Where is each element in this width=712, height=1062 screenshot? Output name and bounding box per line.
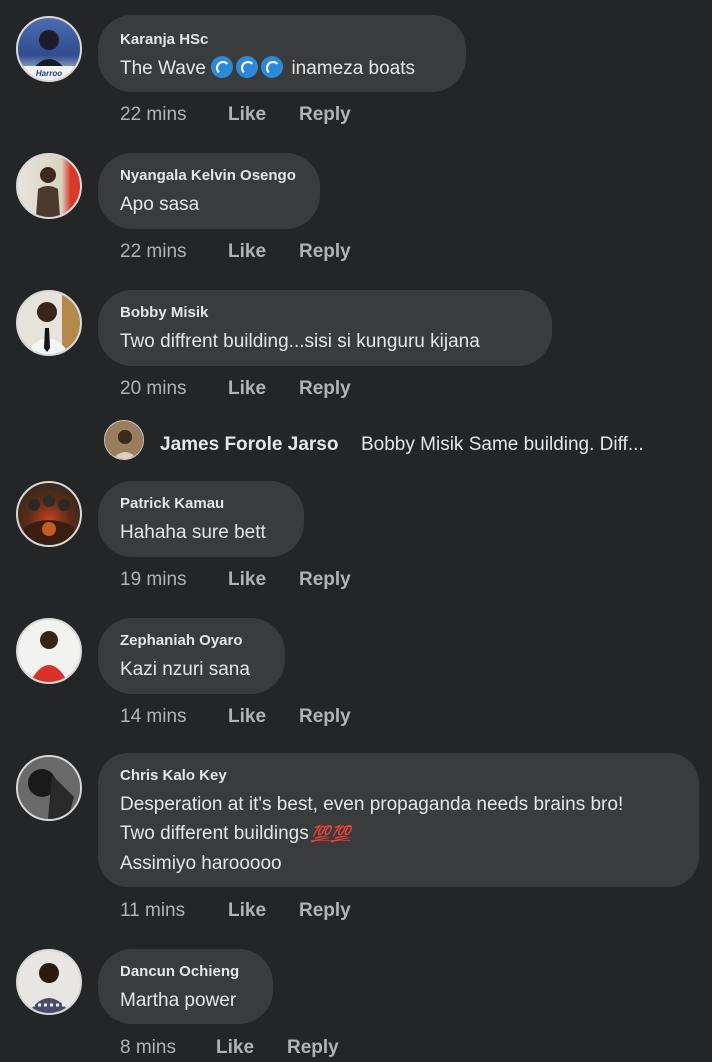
comment-time[interactable]: 20 mins	[120, 378, 187, 400]
profile-photo-icon	[30, 631, 68, 682]
comment-text: Hahaha sure bett	[120, 522, 266, 543]
avatar[interactable]: Harroo	[16, 16, 82, 82]
profile-photo-icon	[28, 963, 70, 1013]
comment-text-line: Two different buildings 💯💯	[120, 819, 677, 849]
comment-text-line: Desperation at it's best, even propagand…	[120, 794, 624, 815]
comment-text: Kazi nzuri sana	[120, 659, 250, 680]
like-button[interactable]: Like	[228, 378, 266, 400]
wave-emoji-icon	[236, 56, 259, 78]
avatar[interactable]	[16, 153, 82, 219]
comment-time[interactable]: 11 mins	[120, 900, 185, 922]
like-button[interactable]: Like	[228, 104, 266, 126]
like-button[interactable]: Like	[228, 241, 266, 263]
like-button[interactable]: Like	[228, 706, 266, 728]
profile-photo-icon	[24, 495, 74, 545]
comment-time[interactable]: 14 mins	[120, 706, 187, 728]
reply-button[interactable]: Reply	[299, 569, 351, 591]
reply-button[interactable]: Reply	[287, 1037, 339, 1059]
wave-emoji-icon	[211, 56, 234, 78]
comment-bubble: Patrick Kamau Hahaha sure bett	[98, 481, 304, 557]
comment-author[interactable]: Bobby Misik	[120, 304, 530, 321]
comment-bubble: Chris Kalo Key Desperation at it's best,…	[98, 753, 699, 887]
comment-time[interactable]: 22 mins	[120, 241, 187, 263]
profile-photo-icon	[26, 292, 80, 354]
profile-photo-icon: Harroo	[22, 30, 76, 80]
comment-time[interactable]: 19 mins	[120, 569, 187, 591]
reply-button[interactable]: Reply	[299, 900, 351, 922]
avatar[interactable]	[16, 481, 82, 547]
hundred-emoji-icon: 💯💯	[310, 826, 351, 843]
avatar[interactable]	[16, 755, 82, 821]
comment-text: The Wave inameza boats	[120, 54, 444, 83]
like-button[interactable]: Like	[216, 1037, 254, 1059]
nested-reply-preview[interactable]: James Forole Jarso Bobby Misik Same buil…	[104, 418, 704, 462]
comment-bubble: Dancun Ochieng Martha power	[98, 949, 273, 1024]
avatar[interactable]	[16, 618, 82, 684]
comment-text-part: The Wave	[120, 58, 206, 79]
comment-text: Two diffrent building...sisi si kunguru …	[120, 331, 480, 352]
avatar[interactable]	[16, 949, 82, 1015]
reply-button[interactable]: Reply	[299, 241, 351, 263]
comment-bubble: Bobby Misik Two diffrent building...sisi…	[98, 290, 552, 366]
comment-bubble: Nyangala Kelvin Osengo Apo sasa	[98, 153, 320, 229]
comment-text-part: Two different buildings	[120, 823, 309, 844]
comment-author[interactable]: Patrick Kamau	[120, 495, 282, 512]
comment-time[interactable]: 22 mins	[120, 104, 187, 126]
comment-bubble: Zephaniah Oyaro Kazi nzuri sana	[98, 618, 285, 694]
reply-button[interactable]: Reply	[299, 378, 351, 400]
comment-author[interactable]: Chris Kalo Key	[120, 767, 677, 784]
avatar[interactable]	[104, 420, 144, 460]
avatar[interactable]	[16, 290, 82, 356]
comment-text-part: inameza boats	[291, 58, 416, 79]
comment-bubble: Karanja HSc The Wave inameza boats	[98, 15, 466, 92]
like-button[interactable]: Like	[228, 900, 266, 922]
profile-photo-icon	[36, 167, 60, 217]
comment-text-line: Assimiyo harooooo	[120, 853, 282, 874]
profile-photo-icon	[105, 421, 143, 459]
reply-author[interactable]: James Forole Jarso	[160, 434, 338, 456]
profile-photo-icon	[18, 757, 80, 819]
comment-author[interactable]: Zephaniah Oyaro	[120, 632, 263, 649]
reply-button[interactable]: Reply	[299, 706, 351, 728]
reply-snippet[interactable]: Bobby Misik Same building. Diff...	[361, 434, 644, 456]
comment-text: Apo sasa	[120, 194, 200, 215]
svg-text:Harroo: Harroo	[36, 69, 62, 78]
comment-author[interactable]: Dancun Ochieng	[120, 963, 251, 980]
comment-time[interactable]: 8 mins	[120, 1037, 176, 1059]
comment-author[interactable]: Nyangala Kelvin Osengo	[120, 167, 298, 184]
comment-text: Martha power	[120, 990, 237, 1011]
like-button[interactable]: Like	[228, 569, 266, 591]
wave-emoji-icon	[261, 56, 284, 78]
reply-button[interactable]: Reply	[299, 104, 351, 126]
comment-author[interactable]: Karanja HSc	[120, 31, 444, 48]
